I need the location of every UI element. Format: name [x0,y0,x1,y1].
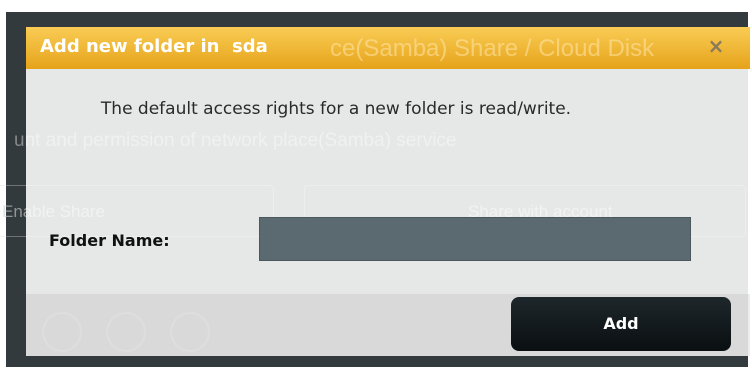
background-title: ce(Samba) Share / Cloud Disk [330,35,655,62]
add-button[interactable]: Add [511,297,731,351]
screen: unt and permission of network place(Samb… [0,0,752,369]
folder-name-input[interactable] [259,217,691,261]
close-icon[interactable]: × [704,34,728,58]
dialog-footer: Add [26,294,750,356]
dialog-header: ce(Samba) Share / Cloud Disk Add new fol… [26,27,750,69]
dialog-body: The default access rights for a new fold… [26,69,750,294]
dialog-title: Add new folder in sda [40,36,268,57]
folder-name-label: Folder Name: [49,231,170,250]
access-rights-message: The default access rights for a new fold… [100,99,572,119]
